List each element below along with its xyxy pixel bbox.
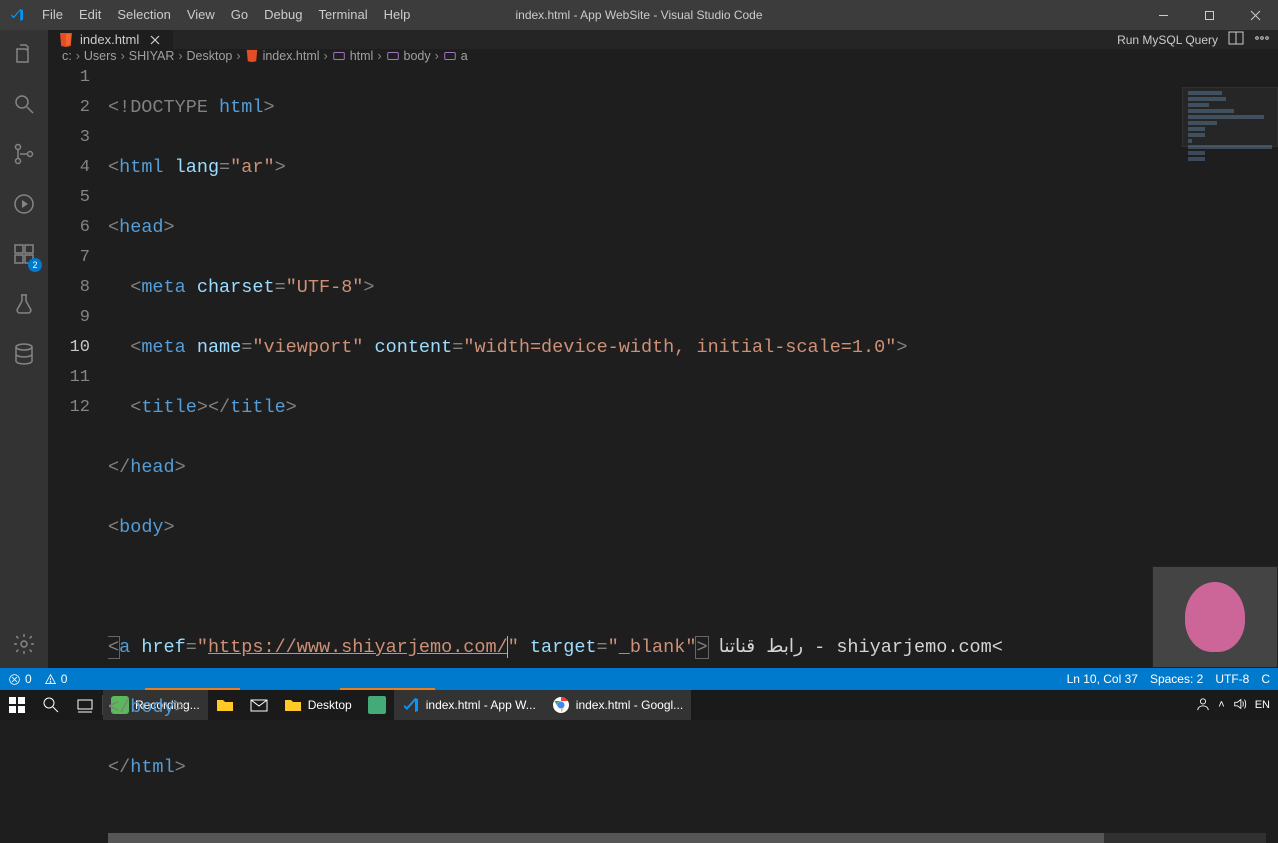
taskbar-active-indicator [340, 688, 435, 690]
crumb-desktop[interactable]: Desktop [187, 49, 233, 63]
activity-testing-icon[interactable] [0, 288, 48, 320]
line-number: 7 [48, 243, 90, 273]
menu-help[interactable]: Help [376, 0, 419, 30]
activity-source-control-icon[interactable] [0, 138, 48, 170]
activity-debug-icon[interactable] [0, 188, 48, 220]
split-editor-icon[interactable] [1228, 30, 1244, 49]
editor-body[interactable]: 1 2 3 4 5 6 7 8 9 10 11 12 <!DOCTYPE htm… [48, 63, 1278, 843]
status-errors[interactable]: 0 [8, 672, 32, 686]
html-file-icon [245, 49, 259, 63]
chevron-right-icon: › [236, 49, 240, 63]
menu-edit[interactable]: Edit [71, 0, 109, 30]
person-face [1185, 582, 1245, 652]
minimap[interactable] [1182, 87, 1278, 167]
tabs-row: index.html Run MySQL Query [48, 30, 1278, 49]
menu-selection[interactable]: Selection [109, 0, 178, 30]
line-number: 2 [48, 93, 90, 123]
line-number: 8 [48, 273, 90, 303]
chevron-right-icon: › [377, 49, 381, 63]
chevron-right-icon: › [76, 49, 80, 63]
chevron-right-icon: › [121, 49, 125, 63]
line-number: 5 [48, 183, 90, 213]
html-file-icon [58, 32, 74, 48]
titlebar: File Edit Selection View Go Debug Termin… [0, 0, 1278, 30]
run-mysql-query-button[interactable]: Run MySQL Query [1117, 33, 1218, 47]
activity-search-icon[interactable] [0, 88, 48, 120]
tab-label: index.html [80, 32, 139, 47]
webcam-overlay [1152, 566, 1278, 668]
activity-explorer-icon[interactable] [0, 38, 48, 70]
main-area: 2 index.html Run MySQL Query c: › Users › … [0, 30, 1278, 668]
symbol-icon [443, 49, 457, 63]
tab-close-button[interactable] [147, 32, 163, 48]
menu-debug[interactable]: Debug [256, 0, 310, 30]
crumb-file[interactable]: index.html [245, 49, 320, 63]
crumb-a[interactable]: a [443, 49, 468, 63]
taskbar-active-indicator [145, 688, 240, 690]
line-number: 3 [48, 123, 90, 153]
activity-extensions-icon[interactable]: 2 [0, 238, 48, 270]
line-number: 10 [48, 333, 90, 363]
chevron-right-icon: › [435, 49, 439, 63]
crumb-c[interactable]: c: [62, 49, 72, 63]
editor-actions: Run MySQL Query [1117, 30, 1278, 49]
code-area[interactable]: <!DOCTYPE html> <html lang="ar"> <head> … [108, 63, 1278, 843]
vscode-logo-icon [0, 7, 34, 23]
crumb-users[interactable]: Users [84, 49, 117, 63]
line-number: 9 [48, 303, 90, 333]
menu-file[interactable]: File [34, 0, 71, 30]
maximize-button[interactable] [1186, 0, 1232, 30]
gutter: 1 2 3 4 5 6 7 8 9 10 11 12 [48, 63, 108, 843]
line-number: 12 [48, 393, 90, 423]
more-actions-icon[interactable] [1254, 30, 1270, 49]
crumb-html[interactable]: html [332, 49, 374, 63]
start-button[interactable] [0, 690, 34, 720]
minimize-button[interactable] [1140, 0, 1186, 30]
windows-icon [8, 696, 26, 714]
crumb-shiyar[interactable]: SHIYAR [129, 49, 175, 63]
extensions-badge: 2 [28, 258, 42, 272]
window-title: index.html - App WebSite - Visual Studio… [515, 8, 762, 22]
tab-index-html[interactable]: index.html [48, 30, 174, 49]
horizontal-scrollbar[interactable] [108, 833, 1266, 843]
chevron-right-icon: › [178, 49, 182, 63]
line-number: 11 [48, 363, 90, 393]
chevron-right-icon: › [324, 49, 328, 63]
line-number: 4 [48, 153, 90, 183]
breadcrumbs[interactable]: c:› Users› SHIYAR› Desktop› index.html› … [48, 49, 1278, 63]
close-button[interactable] [1232, 0, 1278, 30]
symbol-icon [332, 49, 346, 63]
menu-view[interactable]: View [179, 0, 223, 30]
window-controls [1140, 0, 1278, 30]
symbol-icon [386, 49, 400, 63]
activitybar: 2 [0, 30, 48, 668]
minimap-viewport[interactable] [1182, 87, 1278, 147]
editor-region: index.html Run MySQL Query c: › Users › SH… [48, 30, 1278, 668]
activity-database-icon[interactable] [0, 338, 48, 370]
menu-terminal[interactable]: Terminal [310, 0, 375, 30]
activity-settings-icon[interactable] [0, 628, 48, 660]
menu-go[interactable]: Go [223, 0, 256, 30]
line-number: 6 [48, 213, 90, 243]
menubar: File Edit Selection View Go Debug Termin… [34, 0, 418, 30]
crumb-body[interactable]: body [386, 49, 431, 63]
line-number: 1 [48, 63, 90, 93]
